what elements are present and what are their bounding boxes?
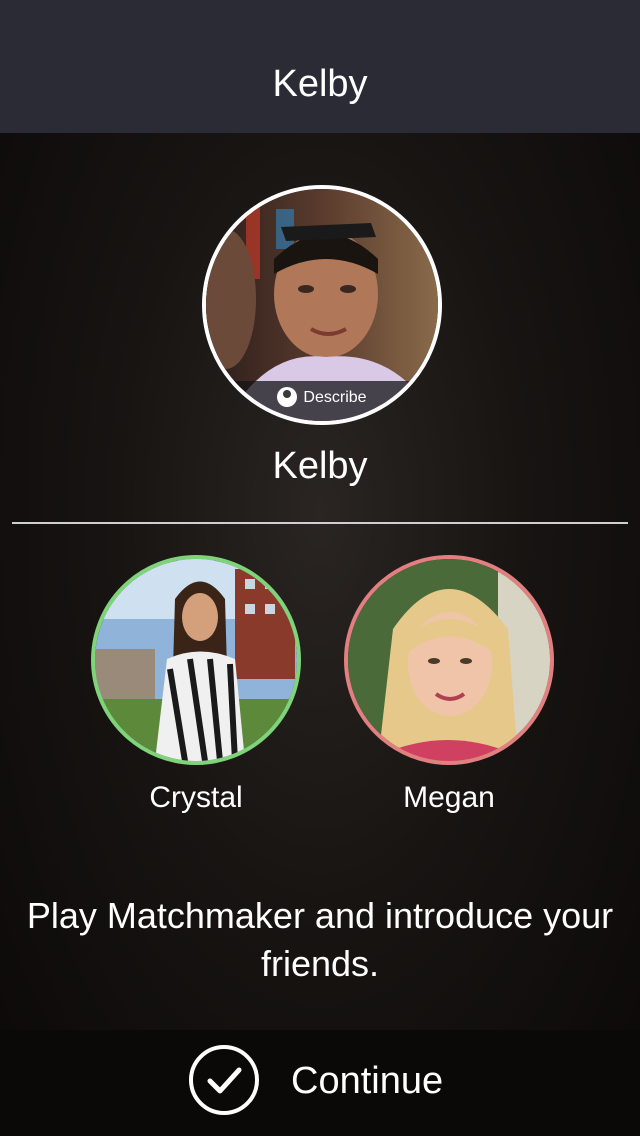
continue-label: Continue — [291, 1060, 444, 1102]
continue-button[interactable]: Continue — [0, 1030, 640, 1136]
divider — [12, 522, 628, 524]
bottom-bar: Continue — [0, 1030, 640, 1136]
friend-name-crystal: Crystal — [149, 781, 243, 814]
describe-button[interactable]: Describe — [206, 381, 438, 421]
profile-name: Kelby — [272, 445, 368, 487]
megan-photo — [348, 559, 550, 761]
describe-label: Describe — [303, 389, 367, 406]
matchmaker-message: Play Matchmaker and introduce your frien… — [26, 895, 614, 984]
crystal-photo — [95, 559, 297, 761]
person-icon — [277, 387, 298, 407]
navigation-bar: Kelby — [0, 0, 640, 133]
friend-avatar-crystal[interactable] — [91, 555, 301, 765]
navbar-title: Kelby — [272, 63, 368, 105]
friend-name-megan: Megan — [403, 781, 495, 814]
friend-avatar-megan[interactable] — [344, 555, 554, 765]
checkmark-icon — [189, 1045, 259, 1115]
profile-avatar[interactable]: Describe — [202, 185, 442, 425]
